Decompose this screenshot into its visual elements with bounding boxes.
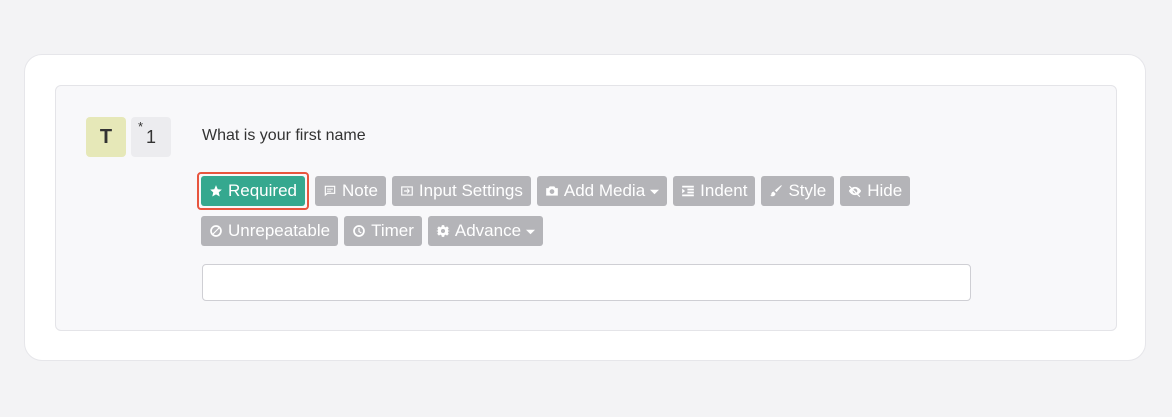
add-media-button[interactable]: Add Media (536, 176, 668, 206)
required-asterisk: * (138, 119, 144, 134)
comment-icon (324, 185, 336, 197)
required-label: Required (228, 181, 297, 200)
gear-icon (435, 225, 450, 237)
caret-down-icon (650, 189, 660, 194)
timer-icon (353, 225, 365, 237)
caret-down-icon (526, 229, 536, 234)
answer-input[interactable] (202, 264, 971, 301)
required-highlight: Required (197, 172, 309, 210)
hide-label: Hide (867, 181, 903, 200)
note-label: Note (342, 181, 378, 200)
advance-button[interactable]: Advance (427, 216, 544, 246)
input-settings-label: Input Settings (418, 181, 523, 200)
timer-label: Timer (371, 221, 414, 240)
input-settings-button[interactable]: Input Settings (391, 176, 531, 206)
indent-button[interactable]: Indent (673, 176, 756, 206)
indent-icon (682, 185, 695, 197)
question-text[interactable]: What is your first name (202, 127, 366, 145)
style-button[interactable]: Style (761, 176, 835, 206)
advance-label: Advance (454, 221, 522, 240)
input-settings-icon (401, 186, 413, 196)
question-number: 1 (145, 126, 156, 147)
question-number-badge: * 1 (131, 117, 171, 157)
ban-icon (210, 225, 222, 237)
timer-button[interactable]: Timer (344, 216, 422, 246)
question-type-letter: T (99, 125, 113, 148)
hide-button[interactable]: Hide (840, 176, 911, 206)
question-type-badge: T (86, 117, 126, 157)
unrepeatable-label: Unrepeatable (228, 221, 331, 240)
eye-slash-icon (849, 185, 862, 198)
paintbrush-icon (770, 185, 783, 197)
star-icon (210, 185, 222, 197)
question-block[interactable]: T * 1 What is your first name Required N… (55, 85, 1117, 331)
form-card: T * 1 What is your first name Required N… (24, 54, 1146, 361)
required-button[interactable]: Required (201, 176, 305, 206)
unrepeatable-button[interactable]: Unrepeatable (201, 216, 339, 246)
add-media-label: Add Media (563, 181, 646, 200)
style-label: Style (788, 181, 827, 200)
indent-label: Indent (700, 181, 748, 200)
question-toolbar: Required Note Input Settings Add Media I… (197, 172, 961, 246)
note-button[interactable]: Note (315, 176, 386, 206)
camera-icon (546, 186, 558, 196)
